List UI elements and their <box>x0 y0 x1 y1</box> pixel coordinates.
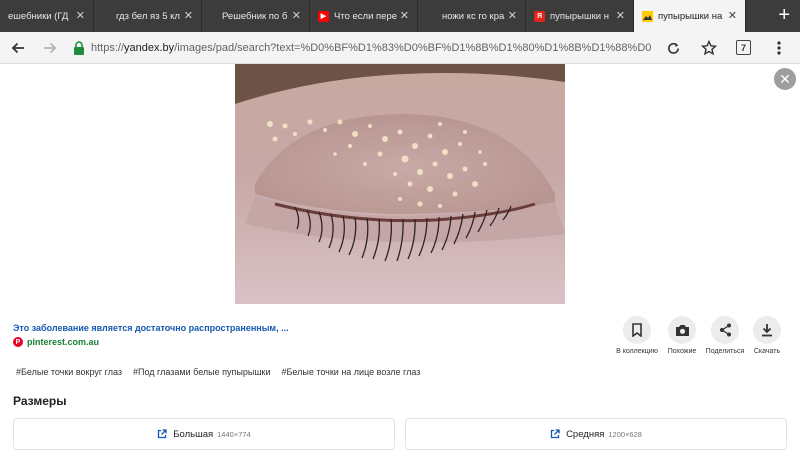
sizes-heading: Размеры <box>13 394 67 408</box>
tab-close-icon[interactable]: ✕ <box>292 9 301 22</box>
size-dimensions: 1440×774 <box>217 429 251 439</box>
tab-close-icon[interactable]: ✕ <box>616 9 625 22</box>
download-button[interactable]: Скачать <box>737 316 797 355</box>
yandex-images-icon <box>642 10 653 22</box>
browser-tab[interactable]: гдз бел яз 5 кл ✕ <box>94 0 202 32</box>
youtube-icon: ▶ <box>318 10 329 22</box>
image-caption-link[interactable]: Это заболевание является достаточно расп… <box>13 323 289 333</box>
tab-close-icon[interactable]: ✕ <box>184 9 193 22</box>
source-link[interactable]: P pinterest.com.au <box>13 337 99 347</box>
yandex-icon: Я <box>534 10 545 22</box>
download-icon <box>753 316 781 344</box>
tag-link[interactable]: #Белые точки на лице возле глаз <box>282 367 421 377</box>
preview-image[interactable] <box>235 64 565 304</box>
lock-icon <box>73 40 85 55</box>
browser-tab-active[interactable]: пупырышки на ✕ <box>634 0 746 32</box>
size-dimensions: 1200×628 <box>608 429 642 439</box>
browser-tab[interactable]: ножи кс го кра ✕ <box>418 0 526 32</box>
bookmark-star-icon[interactable] <box>696 35 722 61</box>
url-path: /images/pad/search?text=%D0%BF%D1%83%D0%… <box>174 41 651 54</box>
tab-title: Что если пере <box>334 10 398 22</box>
url-scheme: https:// <box>91 41 125 54</box>
image-viewer <box>0 64 800 304</box>
browser-tab[interactable]: Я пупырышки н ✕ <box>526 0 634 32</box>
tab-close-icon[interactable]: ✕ <box>76 9 85 22</box>
camera-icon <box>668 316 696 344</box>
reload-icon[interactable] <box>660 35 686 61</box>
size-label: Средняя <box>566 428 605 440</box>
back-arrow-icon[interactable] <box>5 35 31 61</box>
tab-close-icon[interactable]: ✕ <box>400 9 409 22</box>
size-large-button[interactable]: Большая 1440×774 <box>13 418 395 450</box>
tags-row: #Белые точки вокруг глаз #Под глазами бе… <box>16 367 420 377</box>
forward-arrow-icon[interactable] <box>37 35 63 61</box>
browser-tab[interactable]: Решебник по б ✕ <box>202 0 310 32</box>
address-bar[interactable]: https://yandex.by/images/pad/search?text… <box>91 42 651 54</box>
tag-link[interactable]: #Белые точки вокруг глаз <box>16 367 122 377</box>
tab-title: ножи кс го кра <box>442 10 505 22</box>
browser-toolbar: https://yandex.by/images/pad/search?text… <box>0 32 800 64</box>
tag-link[interactable]: #Под глазами белые пупырышки <box>133 367 270 377</box>
close-viewer-icon[interactable]: ✕ <box>774 68 796 90</box>
external-link-icon <box>158 429 167 439</box>
size-medium-button[interactable]: Средняя 1200×628 <box>405 418 787 450</box>
source-domain: pinterest.com.au <box>27 337 100 347</box>
tab-title: пупырышки н <box>550 10 609 22</box>
action-label: Скачать <box>753 348 781 355</box>
pinterest-icon: P <box>13 337 23 347</box>
tab-strip: ешебники (ГД ✕ гдз бел яз 5 кл ✕ Решебни… <box>0 0 800 32</box>
image-info-panel: Это заболевание является достаточно расп… <box>0 304 800 450</box>
browser-tab[interactable]: ешебники (ГД ✕ <box>0 0 94 32</box>
size-label: Большая <box>173 428 214 440</box>
menu-dots-icon[interactable] <box>766 35 792 61</box>
url-host: yandex.by <box>124 41 175 54</box>
tab-close-icon[interactable]: ✕ <box>728 9 737 22</box>
share-icon <box>711 316 739 344</box>
tab-title: Решебник по б <box>222 10 288 22</box>
tab-title: ешебники (ГД <box>8 10 69 22</box>
tab-title: гдз бел яз 5 кл <box>116 10 180 22</box>
bookmark-icon <box>623 316 651 344</box>
tab-title: пупырышки на <box>658 10 723 22</box>
tab-count-button[interactable]: 7 <box>736 40 751 55</box>
browser-tab[interactable]: ▶ Что если пере ✕ <box>310 0 418 32</box>
tab-close-icon[interactable]: ✕ <box>508 9 517 22</box>
external-link-icon <box>550 429 560 439</box>
new-tab-icon[interactable]: + <box>778 4 790 26</box>
